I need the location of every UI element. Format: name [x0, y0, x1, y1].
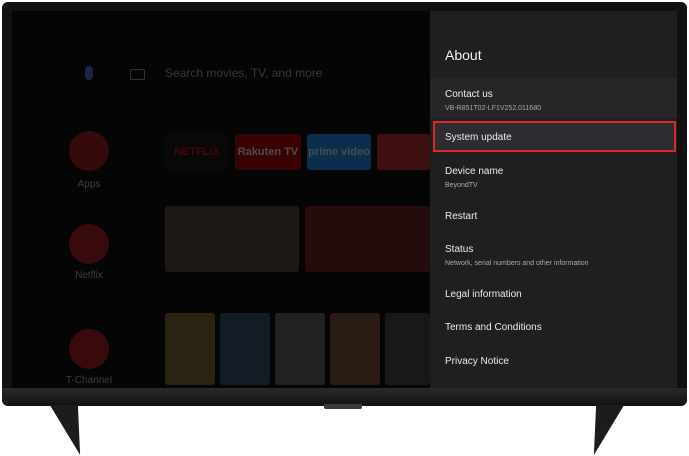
menu-item-label: Device name	[445, 166, 504, 177]
menu-item-terms-and-conditions[interactable]: Terms and Conditions	[430, 321, 677, 341]
tv-screen: Search movies, TV, and more Apps Netflix…	[12, 11, 677, 391]
menu-item-sub: Network, serial numbers and other inform…	[445, 260, 589, 267]
menu-item-status[interactable]: Status Network, serial numbers and other…	[430, 243, 677, 277]
menu-item-device-name[interactable]: Device name BeyondTV	[430, 165, 677, 199]
menu-item-label: System update	[445, 132, 512, 143]
search-hint[interactable]: Search movies, TV, and more	[165, 66, 322, 80]
side-app-label-tchannel: T-Channel	[65, 375, 113, 386]
content-poster-2[interactable]	[220, 313, 270, 385]
launcher-background: Search movies, TV, and more Apps Netflix…	[12, 11, 430, 391]
panel-title: About	[445, 47, 482, 63]
menu-item-label: Contact us	[445, 89, 493, 100]
microphone-icon[interactable]	[85, 66, 93, 80]
content-poster-4[interactable]	[330, 313, 380, 385]
menu-item-sub: VB-R851T02-LF1V252.011680	[445, 105, 541, 112]
menu-item-system-update[interactable]: System update	[430, 131, 677, 157]
apps-grid-icon[interactable]	[69, 131, 109, 171]
content-poster-1[interactable]	[165, 313, 215, 385]
menu-item-contact-us[interactable]: Contact us VB-R851T02-LF1V252.011680	[430, 78, 677, 118]
keyboard-icon[interactable]	[130, 69, 145, 80]
about-settings-panel: About Contact us VB-R851T02-LF1V252.0116…	[430, 11, 677, 391]
app-tile-prime-video[interactable]: prime video	[307, 134, 371, 170]
menu-item-label: Restart	[445, 211, 478, 222]
menu-item-label: Status	[445, 244, 474, 255]
tv-stand-right	[579, 405, 625, 455]
menu-item-label: Privacy Notice	[445, 356, 509, 367]
menu-item-restart[interactable]: Restart	[430, 210, 677, 230]
content-poster-3[interactable]	[275, 313, 325, 385]
tv-logo-strip	[324, 404, 362, 409]
content-poster-5[interactable]	[385, 313, 430, 385]
app-tile-rakuten[interactable]: Rakuten TV	[235, 134, 301, 170]
menu-item-privacy-notice[interactable]: Privacy Notice	[430, 355, 677, 375]
menu-item-legal-information[interactable]: Legal information	[430, 288, 677, 308]
featured-poster-1[interactable]	[165, 206, 299, 272]
tv-frame: Search movies, TV, and more Apps Netflix…	[2, 2, 687, 405]
netflix-logo[interactable]	[69, 224, 109, 264]
featured-poster-2[interactable]	[305, 206, 430, 272]
menu-item-label: Legal information	[445, 289, 522, 300]
tv-stand-left	[49, 405, 95, 455]
tchannel-logo[interactable]	[69, 329, 109, 369]
app-tile-channel[interactable]	[377, 134, 430, 170]
menu-item-sub: BeyondTV	[445, 182, 478, 189]
side-app-label-apps: Apps	[77, 179, 101, 190]
app-tile-netflix[interactable]: NETFLIX	[165, 134, 229, 170]
side-app-label-netflix: Netflix	[75, 270, 103, 281]
menu-item-label: Terms and Conditions	[445, 322, 542, 333]
